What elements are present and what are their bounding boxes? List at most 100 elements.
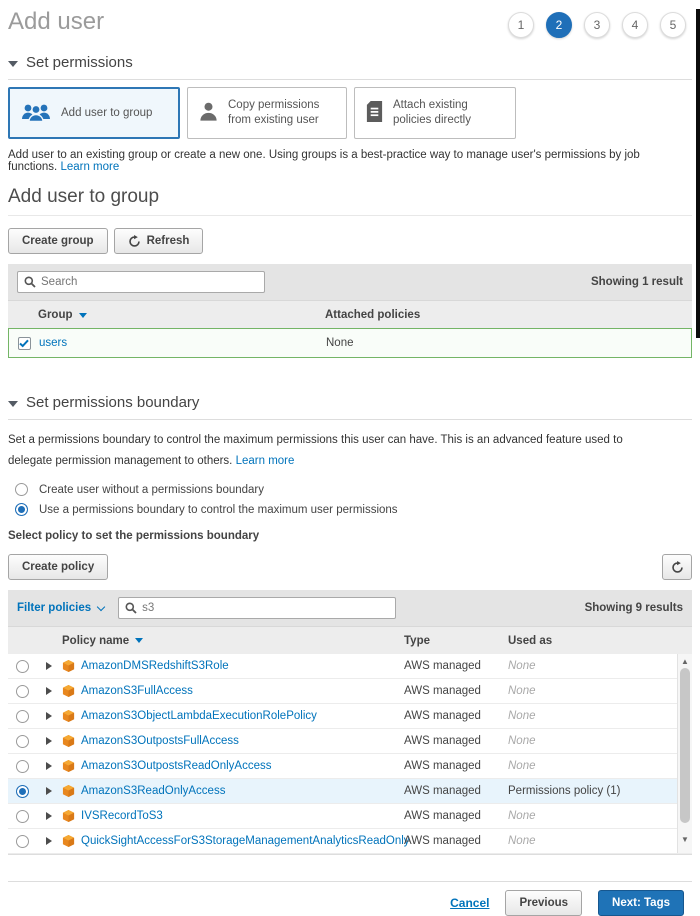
boundary-description-text: Set a permissions boundary to control th… <box>8 434 623 467</box>
groups-search[interactable] <box>17 271 265 293</box>
policy-radio[interactable] <box>16 685 29 698</box>
user-group-icon <box>20 101 52 126</box>
expand-row-icon[interactable] <box>46 812 52 820</box>
groups-search-input[interactable] <box>41 276 258 288</box>
cancel-button[interactable]: Cancel <box>450 896 489 910</box>
policies-table-body: AmazonDMSRedshiftS3Role AWS managed None… <box>8 654 692 855</box>
expand-row-icon[interactable] <box>46 837 52 845</box>
expand-row-icon[interactable] <box>46 712 52 720</box>
card-attach-policies[interactable]: Attach existing policies directly <box>354 87 516 139</box>
radio-option-use-boundary[interactable]: Use a permissions boundary to control th… <box>15 503 692 516</box>
card-copy-permissions[interactable]: Copy permissions from existing user <box>187 87 347 139</box>
wizard-footer: Cancel Previous Next: Tags <box>8 881 692 916</box>
policy-radio[interactable] <box>16 660 29 673</box>
expand-row-icon[interactable] <box>46 787 52 795</box>
scrollbar-thumb[interactable] <box>680 668 690 823</box>
radio-unselected[interactable] <box>15 483 28 496</box>
radio-label: Create user without a permissions bounda… <box>39 484 264 496</box>
policies-search-input[interactable] <box>142 602 389 614</box>
policy-radio[interactable] <box>16 735 29 748</box>
step-5: 5 <box>660 12 686 38</box>
group-checkbox-checked[interactable] <box>18 337 31 350</box>
policies-toolbar: Filter policies Showing 9 results <box>8 590 692 626</box>
group-column-header[interactable]: Group <box>38 309 325 321</box>
policy-used-as: None <box>508 760 692 772</box>
policy-radio[interactable] <box>16 760 29 773</box>
scroll-up-icon[interactable]: ▲ <box>678 657 692 667</box>
policy-type: AWS managed <box>404 660 508 672</box>
policy-icon <box>62 784 75 798</box>
step-2-active: 2 <box>546 12 572 38</box>
policy-used-as: None <box>508 660 692 672</box>
learn-more-link[interactable]: Learn more <box>236 455 295 467</box>
groups-result-count: Showing 1 result <box>591 276 683 288</box>
policies-result-count: Showing 9 results <box>585 602 683 614</box>
radio-selected[interactable] <box>15 503 28 516</box>
permissions-boundary-heading[interactable]: Set permissions boundary <box>8 394 692 420</box>
policies-search[interactable] <box>118 597 396 619</box>
policy-row[interactable]: AmazonS3FullAccess AWS managed None <box>8 679 692 704</box>
radio-label: Use a permissions boundary to control th… <box>39 504 398 516</box>
set-permissions-heading[interactable]: Set permissions <box>8 54 692 80</box>
policy-type: AWS managed <box>404 735 508 747</box>
policy-name-link[interactable]: AmazonS3OutpostsFullAccess <box>81 735 239 747</box>
group-actions: Create group Refresh <box>8 228 692 254</box>
expand-row-icon[interactable] <box>46 762 52 770</box>
policy-icon <box>62 684 75 698</box>
expand-row-icon[interactable] <box>46 737 52 745</box>
policy-name-link[interactable]: IVSRecordToS3 <box>81 810 163 822</box>
create-policy-button[interactable]: Create policy <box>8 554 108 580</box>
policy-name-link[interactable]: QuickSightAccessForS3StorageManagementAn… <box>81 835 410 847</box>
card-label: Attach existing policies directly <box>393 98 505 128</box>
policy-icon <box>62 809 75 823</box>
policy-name-link[interactable]: AmazonDMSRedshiftS3Role <box>81 660 229 672</box>
policy-name-link[interactable]: AmazonS3FullAccess <box>81 685 193 697</box>
group-name-link[interactable]: users <box>39 337 67 349</box>
card-add-user-to-group[interactable]: Add user to group <box>8 87 180 139</box>
policies-panel: Filter policies Showing 9 results Policy… <box>8 590 692 855</box>
refresh-policies-button[interactable] <box>662 554 692 580</box>
expand-row-icon[interactable] <box>46 662 52 670</box>
policy-icon <box>62 734 75 748</box>
policy-used-as: None <box>508 710 692 722</box>
page-title: Add user <box>8 6 104 36</box>
policy-radio-selected[interactable] <box>16 785 29 798</box>
permissions-boundary-heading-label: Set permissions boundary <box>26 394 199 411</box>
previous-button[interactable]: Previous <box>505 890 582 916</box>
policy-actions: Create policy <box>8 554 692 580</box>
refresh-button[interactable]: Refresh <box>114 228 204 254</box>
policy-row[interactable]: AmazonS3ObjectLambdaExecutionRolePolicy … <box>8 704 692 729</box>
refresh-icon <box>671 561 684 574</box>
policy-type: AWS managed <box>404 835 508 847</box>
create-group-button[interactable]: Create group <box>8 228 108 254</box>
page-scrollbar-thumb[interactable] <box>696 9 700 338</box>
policy-type: AWS managed <box>404 710 508 722</box>
learn-more-link[interactable]: Learn more <box>60 161 119 173</box>
step-4: 4 <box>622 12 648 38</box>
policy-row[interactable]: IVSRecordToS3 AWS managed None <box>8 804 692 829</box>
policy-row[interactable]: AmazonDMSRedshiftS3Role AWS managed None <box>8 654 692 679</box>
policy-radio[interactable] <box>16 835 29 848</box>
policy-name-column-header[interactable]: Policy name <box>62 635 404 647</box>
next-tags-button[interactable]: Next: Tags <box>598 890 684 916</box>
group-row-users[interactable]: users None <box>8 328 692 358</box>
set-permissions-heading-label: Set permissions <box>26 54 133 71</box>
group-column-label: Group <box>38 309 73 321</box>
expand-row-icon[interactable] <box>46 687 52 695</box>
search-icon <box>24 276 36 288</box>
policy-row[interactable]: AmazonS3OutpostsReadOnlyAccess AWS manag… <box>8 754 692 779</box>
policy-name-link[interactable]: AmazonS3ReadOnlyAccess <box>81 785 225 797</box>
policy-row-selected[interactable]: AmazonS3ReadOnlyAccess AWS managed Permi… <box>8 779 692 804</box>
policy-row[interactable]: AmazonS3OutpostsFullAccess AWS managed N… <box>8 729 692 754</box>
policy-used-as: None <box>508 685 692 697</box>
policy-radio[interactable] <box>16 810 29 823</box>
sort-desc-icon <box>79 313 87 318</box>
table-scrollbar[interactable]: ▲ ▼ <box>677 654 692 853</box>
radio-option-no-boundary[interactable]: Create user without a permissions bounda… <box>15 483 692 496</box>
filter-policies-dropdown[interactable]: Filter policies <box>17 602 104 614</box>
scroll-down-icon[interactable]: ▼ <box>678 835 692 845</box>
policy-name-link[interactable]: AmazonS3ObjectLambdaExecutionRolePolicy <box>81 710 317 722</box>
policy-row[interactable]: QuickSightAccessForS3StorageManagementAn… <box>8 829 692 854</box>
policy-radio[interactable] <box>16 710 29 723</box>
policy-name-link[interactable]: AmazonS3OutpostsReadOnlyAccess <box>81 760 271 772</box>
